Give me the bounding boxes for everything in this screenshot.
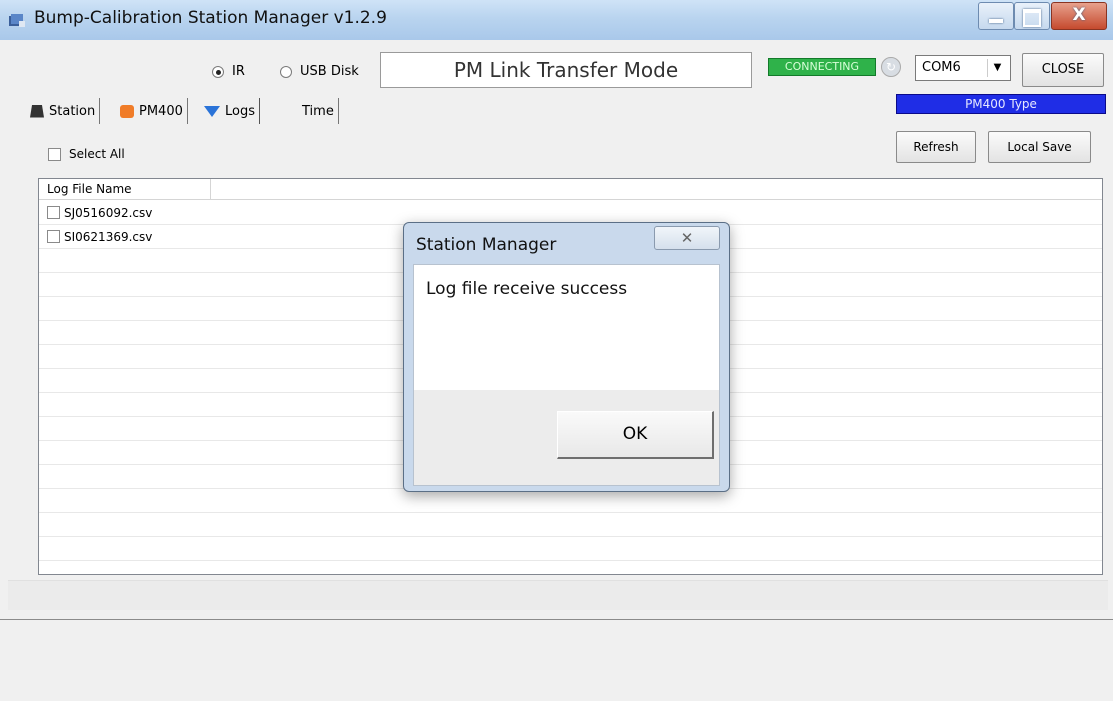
station-icon bbox=[30, 104, 44, 118]
dialog-title: Station Manager bbox=[416, 235, 557, 255]
window-close-button[interactable]: X bbox=[1051, 2, 1107, 30]
minimize-icon bbox=[979, 5, 1013, 23]
radio-ir-label: IR bbox=[232, 64, 245, 79]
tab-time-label: Time bbox=[302, 103, 334, 119]
radio-ir[interactable]: IR bbox=[212, 64, 245, 79]
pm400-icon bbox=[120, 104, 134, 118]
com-port-select[interactable]: COM6 ▼ bbox=[915, 55, 1011, 81]
empty-row bbox=[39, 489, 1102, 513]
app-icon bbox=[9, 14, 25, 27]
dialog-message: Log file receive success bbox=[426, 279, 628, 299]
com-port-value: COM6 bbox=[922, 60, 961, 75]
list-header: Log File Name bbox=[39, 179, 1102, 200]
download-arrow-icon bbox=[204, 105, 220, 117]
status-bar bbox=[8, 580, 1108, 610]
radio-ir-dot[interactable] bbox=[212, 65, 224, 78]
close-connection-button[interactable]: CLOSE bbox=[1022, 53, 1104, 87]
refresh-button[interactable]: Refresh bbox=[896, 131, 976, 163]
tab-logs[interactable]: Logs bbox=[204, 98, 260, 124]
row-checkbox[interactable] bbox=[47, 206, 60, 219]
transfer-mode-display: PM Link Transfer Mode bbox=[380, 52, 752, 88]
close-icon: X bbox=[1072, 5, 1086, 25]
dialog-close-button[interactable]: ✕ bbox=[654, 226, 720, 250]
local-save-button[interactable]: Local Save bbox=[988, 131, 1091, 163]
ok-button[interactable]: OK bbox=[557, 411, 714, 459]
log-file-name: SJ0516092.csv bbox=[64, 205, 153, 220]
reconnect-icon[interactable]: ↻ bbox=[881, 57, 901, 77]
row-checkbox[interactable] bbox=[47, 230, 60, 243]
tab-pm400-label: PM400 bbox=[139, 103, 183, 119]
title-bar: Bump-Calibration Station Manager v1.2.9 … bbox=[0, 0, 1113, 40]
tab-time[interactable]: Time bbox=[302, 98, 339, 124]
tab-station-label: Station bbox=[49, 103, 96, 119]
select-all-checkbox[interactable]: Select All bbox=[48, 147, 125, 161]
radio-usb-dot[interactable] bbox=[280, 65, 292, 78]
tab-station[interactable]: Station bbox=[30, 98, 101, 124]
tab-pm400[interactable]: PM400 bbox=[120, 98, 188, 124]
select-all-box[interactable] bbox=[48, 147, 61, 161]
chevron-down-icon[interactable]: ▼ bbox=[987, 59, 1007, 77]
maximize-button[interactable] bbox=[1014, 2, 1050, 30]
maximize-icon bbox=[1015, 5, 1049, 27]
radio-usb-label: USB Disk bbox=[300, 64, 359, 79]
minimize-button[interactable] bbox=[978, 2, 1014, 30]
column-header-log-file-name[interactable]: Log File Name bbox=[39, 179, 211, 200]
message-dialog: Station Manager ✕ Log file receive succe… bbox=[403, 222, 730, 492]
log-file-name: SI0621369.csv bbox=[64, 229, 153, 244]
empty-row bbox=[39, 513, 1102, 537]
connection-status-badge: CONNECTING bbox=[768, 58, 876, 76]
tab-logs-label: Logs bbox=[225, 103, 255, 119]
radio-usb-disk[interactable]: USB Disk bbox=[280, 64, 359, 79]
empty-row bbox=[39, 537, 1102, 561]
window-title: Bump-Calibration Station Manager v1.2.9 bbox=[34, 8, 387, 28]
device-type-label: PM400 Type bbox=[896, 94, 1106, 114]
select-all-label: Select All bbox=[69, 147, 125, 161]
